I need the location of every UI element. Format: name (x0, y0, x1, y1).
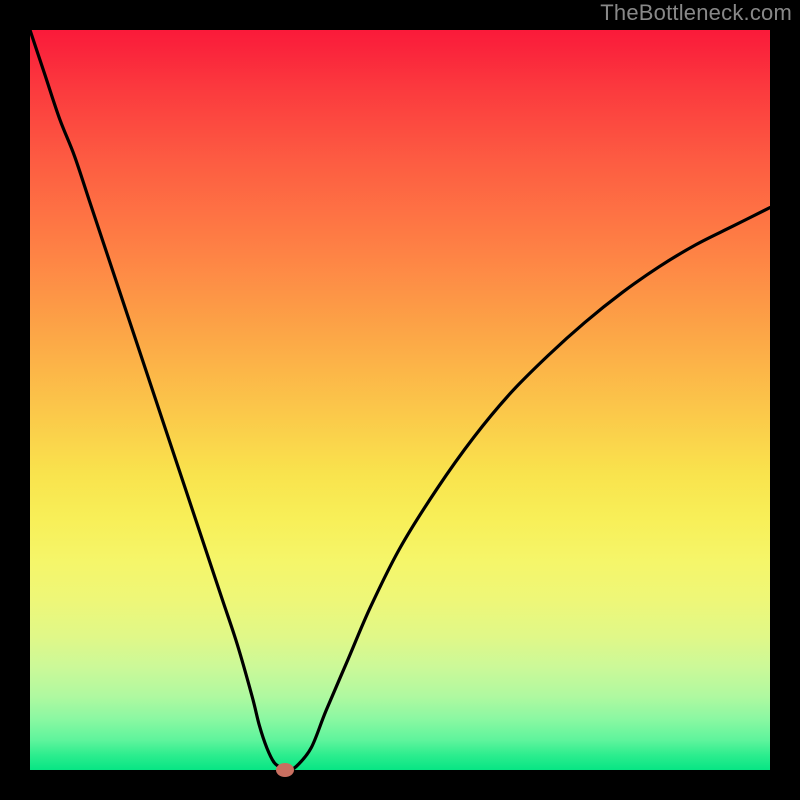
bottleneck-curve (30, 30, 770, 770)
watermark-text: TheBottleneck.com (600, 0, 792, 26)
plot-area (30, 30, 770, 770)
minimum-marker-dot (276, 763, 294, 777)
chart-frame: TheBottleneck.com (0, 0, 800, 800)
